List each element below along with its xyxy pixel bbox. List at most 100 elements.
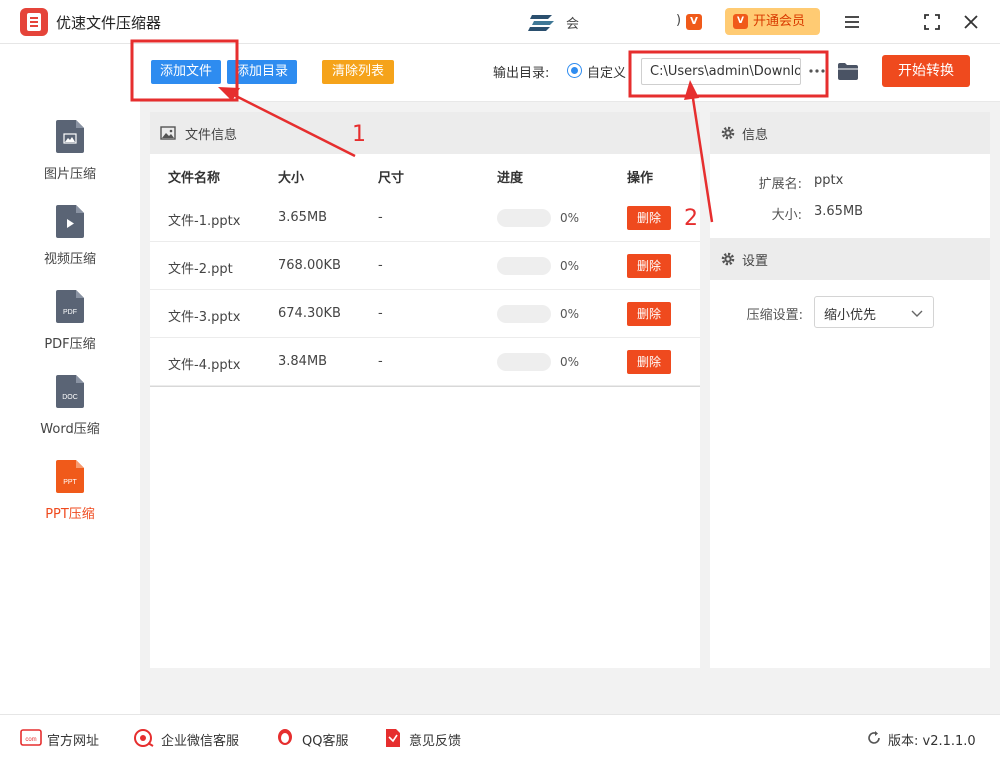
file-info-panel: 文件信息 文件名称 大小 尺寸 进度 操作 文件-1.pptx 3.65MB -…	[150, 112, 700, 668]
progress-percent: 0%	[560, 259, 580, 273]
folder-icon[interactable]	[837, 61, 859, 81]
progress-percent: 0%	[560, 211, 580, 225]
svg-text:PDF: PDF	[63, 309, 77, 316]
col-header-dims: 尺寸	[378, 171, 405, 186]
account-logo-icon	[528, 15, 554, 31]
title-bar: 优速文件压缩器 会 ) V V 开通会员	[0, 0, 1000, 44]
more-icon[interactable]	[808, 58, 826, 85]
close-icon[interactable]	[959, 10, 983, 34]
custom-radio[interactable]	[567, 63, 582, 78]
toolbar: 添加文件 添加目录 清除列表 输出目录: 自定义 C:\Users\admin\…	[140, 44, 1000, 102]
table-row[interactable]: 文件-4.pptx 3.84MB - 0% 删除	[150, 338, 700, 386]
maximize-icon[interactable]	[920, 10, 944, 34]
website-label: 官方网址	[47, 734, 100, 749]
start-convert-button[interactable]: 开始转换	[882, 55, 970, 87]
qq-icon	[278, 729, 292, 745]
feedback-label: 意见反馈	[409, 734, 462, 749]
col-header-progress: 进度	[497, 171, 524, 186]
info-title: 信息	[742, 128, 769, 143]
sidebar-item-pdf[interactable]: PDF PDF压缩	[0, 290, 140, 370]
file-dims: -	[378, 354, 383, 369]
settings-header: 设置	[710, 238, 990, 280]
open-vip-button[interactable]: V 开通会员	[725, 8, 820, 35]
output-dir-label: 输出目录:	[493, 66, 550, 81]
table-row[interactable]: 文件-1.pptx 3.65MB - 0% 删除	[150, 194, 700, 242]
custom-radio-label[interactable]: 自定义	[587, 62, 626, 81]
app-logo-icon	[20, 8, 48, 36]
chevron-down-icon	[911, 310, 923, 317]
website-icon: com	[20, 729, 42, 746]
progress-percent: 0%	[560, 355, 580, 369]
file-panel-header: 文件信息	[150, 112, 700, 154]
progress-bar	[497, 353, 551, 371]
sidebar-item-video[interactable]: 视频压缩	[0, 205, 140, 285]
annotation-number-2: 2	[684, 206, 698, 231]
ext-label: 扩展名:	[758, 177, 802, 192]
size-value: 3.65MB	[814, 204, 864, 219]
gear-icon	[721, 126, 735, 140]
file-name: 文件-4.pptx	[168, 358, 241, 373]
delete-button[interactable]: 删除	[627, 302, 671, 326]
feedback-icon	[386, 729, 400, 747]
progress-bar	[497, 209, 551, 227]
compress-setting-value: 缩小优先	[824, 308, 877, 323]
footer: com 官方网址 企业微信客服 QQ客服 意见反馈 版本: v2.1.1.0	[0, 714, 1000, 760]
sidebar-item-image[interactable]: 图片压缩	[0, 120, 140, 200]
app-title: 优速文件压缩器	[56, 14, 162, 32]
version-label: 版本: v2.1.1.0	[888, 734, 976, 749]
info-panel: 信息 扩展名: pptx 大小: 3.65MB 设置 压缩设置: 缩小优先	[710, 112, 990, 668]
col-header-name: 文件名称	[168, 171, 221, 186]
gear-icon	[721, 252, 735, 266]
file-dims: -	[378, 210, 383, 225]
file-panel-title: 文件信息	[185, 128, 238, 143]
sidebar-label-word: Word压缩	[40, 422, 100, 437]
compress-setting-label: 压缩设置:	[746, 308, 803, 323]
file-name: 文件-3.pptx	[168, 310, 241, 325]
table-row[interactable]: 文件-3.pptx 674.30KB - 0% 删除	[150, 290, 700, 338]
progress-percent: 0%	[560, 307, 580, 321]
compress-setting-select[interactable]: 缩小优先	[814, 296, 934, 328]
delete-button[interactable]: 删除	[627, 206, 671, 230]
qq-service-label: QQ客服	[302, 734, 349, 749]
sidebar-label-image: 图片压缩	[43, 167, 96, 182]
sidebar-item-ppt[interactable]: PPT PPT压缩	[0, 460, 140, 540]
delete-button[interactable]: 删除	[627, 254, 671, 278]
sidebar: 图片压缩 视频压缩 PDF PDF压缩 DOC Word压缩 PPT PPT压缩	[0, 44, 140, 714]
file-name: 文件-1.pptx	[168, 214, 241, 229]
file-size: 674.30KB	[278, 306, 341, 321]
video-file-icon	[56, 205, 84, 238]
file-name: 文件-2.ppt	[168, 262, 233, 277]
clear-list-button[interactable]: 清除列表	[322, 60, 394, 84]
sidebar-label-video: 视频压缩	[43, 252, 96, 267]
progress-bar	[497, 305, 551, 323]
delete-button[interactable]: 删除	[627, 350, 671, 374]
file-size: 3.84MB	[278, 354, 328, 369]
vip-icon: V	[733, 14, 748, 29]
svg-text:PPT: PPT	[63, 479, 77, 486]
menu-icon[interactable]	[840, 10, 864, 34]
file-size: 768.00KB	[278, 258, 341, 273]
sidebar-label-ppt: PPT压缩	[45, 507, 95, 522]
svg-text:DOC: DOC	[62, 394, 78, 401]
ext-value: pptx	[814, 173, 844, 188]
file-dims: -	[378, 258, 383, 273]
wechat-icon	[134, 729, 154, 747]
vip-badge-icon: V	[686, 14, 702, 30]
add-file-button[interactable]: 添加文件	[151, 60, 221, 84]
table-divider	[150, 386, 700, 387]
info-header: 信息	[710, 112, 990, 154]
pdf-file-icon: PDF	[56, 290, 84, 323]
output-path-field[interactable]: C:\Users\admin\Downloads	[641, 58, 801, 85]
account-paren: )	[676, 13, 682, 28]
sidebar-item-word[interactable]: DOC Word压缩	[0, 375, 140, 455]
size-label: 大小:	[771, 208, 802, 223]
image-icon	[160, 126, 176, 140]
col-header-size: 大小	[278, 171, 305, 186]
file-dims: -	[378, 306, 383, 321]
refresh-icon[interactable]	[866, 730, 882, 746]
table-row[interactable]: 文件-2.ppt 768.00KB - 0% 删除	[150, 242, 700, 290]
account-name[interactable]: 会	[566, 13, 579, 32]
col-header-action: 操作	[627, 171, 654, 186]
add-folder-button[interactable]: 添加目录	[227, 60, 297, 84]
ppt-file-icon: PPT	[56, 460, 84, 493]
